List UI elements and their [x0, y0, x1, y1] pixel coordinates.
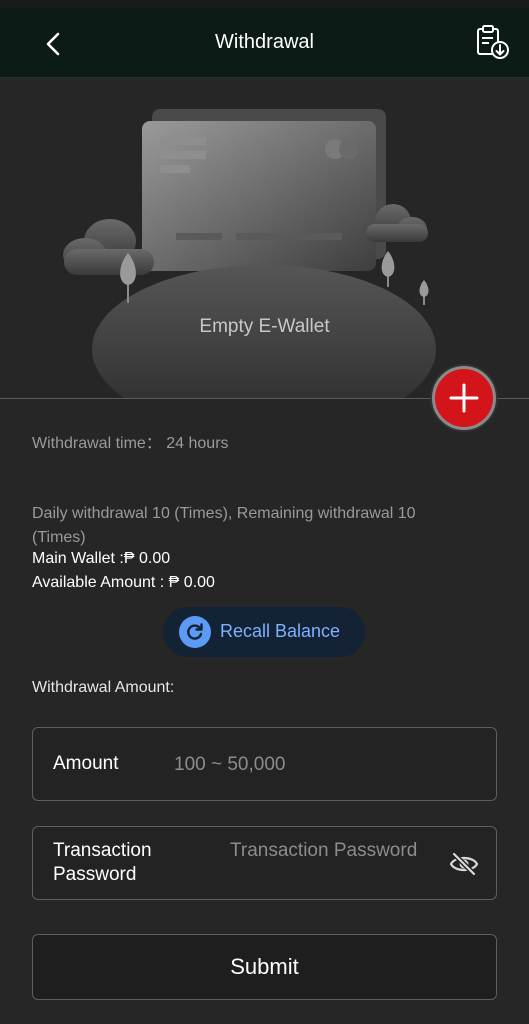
main-wallet-balance: Main Wallet :₱ 0.00	[32, 550, 171, 567]
chevron-left-icon	[46, 32, 60, 56]
amount-field: Amount	[32, 727, 497, 801]
page-title: Withdrawal	[215, 31, 314, 53]
daily-limit-text: Daily withdrawal 10 (Times), Remaining w…	[32, 505, 416, 546]
clipboard-download-icon	[477, 25, 509, 59]
eye-off-icon	[449, 852, 479, 876]
available-amount: Available Amount : ₱ 0.00	[32, 574, 215, 591]
toggle-password-visibility-button[interactable]	[449, 851, 479, 877]
amount-input[interactable]	[174, 752, 474, 778]
transaction-password-label: Transaction Password	[53, 840, 152, 885]
plus-icon	[449, 383, 479, 413]
recall-balance-label: Recall Balance	[220, 621, 341, 641]
add-wallet-button[interactable]	[432, 366, 496, 430]
status-bar	[0, 0, 529, 8]
withdrawal-time-text: Withdrawal time： 24 hours	[32, 435, 229, 452]
submit-button[interactable]: Submit	[32, 934, 497, 1000]
amount-label: Amount	[53, 753, 119, 774]
empty-wallet-label: Empty E-Wallet	[199, 316, 330, 337]
empty-wallet-illustration: Empty E-Wallet	[0, 79, 529, 399]
transaction-password-input[interactable]	[230, 839, 430, 889]
withdrawal-records-button[interactable]	[472, 24, 512, 60]
withdrawal-amount-heading: Withdrawal Amount:	[32, 679, 175, 696]
refresh-icon	[179, 616, 211, 648]
recall-balance-button[interactable]: Recall Balance	[163, 607, 365, 657]
app-header: Withdrawal	[0, 8, 529, 78]
wallet-card-illustration	[63, 109, 436, 399]
transaction-password-field: Transaction Password	[32, 826, 497, 900]
back-button[interactable]	[38, 28, 70, 60]
